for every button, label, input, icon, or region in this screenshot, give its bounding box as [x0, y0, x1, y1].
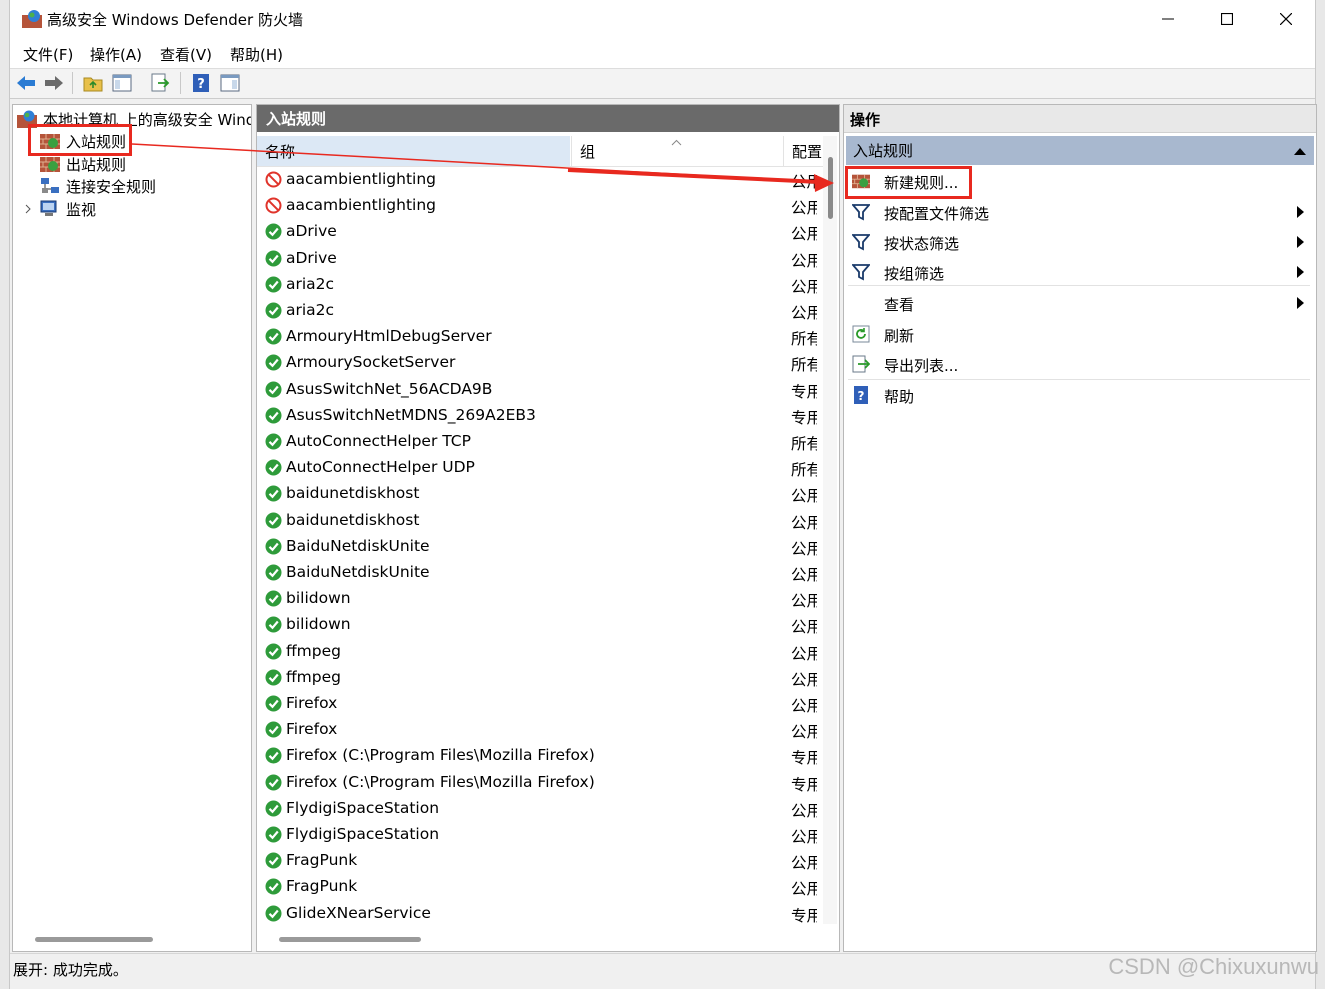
annotation-arrow — [131, 143, 834, 192]
